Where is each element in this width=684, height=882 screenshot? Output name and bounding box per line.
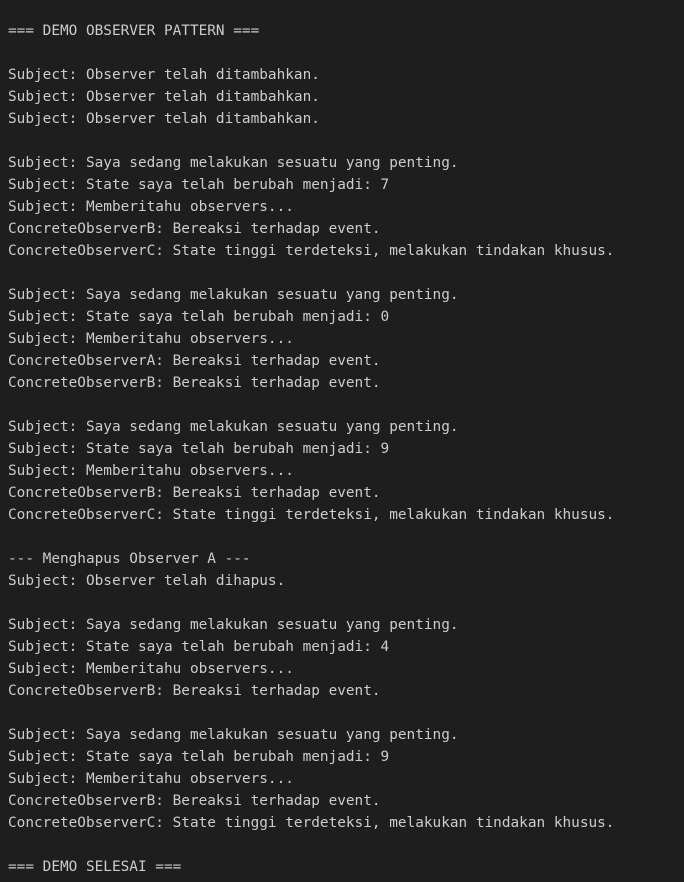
output-line: === DEMO OBSERVER PATTERN === [8, 23, 260, 39]
output-line: Subject: Observer telah dihapus. [8, 573, 286, 589]
output-line: Subject: Saya sedang melakukan sesuatu y… [8, 727, 459, 743]
output-line: --- Menghapus Observer A --- [8, 551, 251, 567]
output-line: Subject: Observer telah ditambahkan. [8, 67, 320, 83]
output-line: Subject: Memberitahu observers... [8, 661, 294, 677]
output-line: Subject: Saya sedang melakukan sesuatu y… [8, 155, 459, 171]
output-line: Subject: Observer telah ditambahkan. [8, 89, 320, 105]
output-line: ConcreteObserverB: Bereaksi terhadap eve… [8, 375, 381, 391]
output-line: ConcreteObserverB: Bereaksi terhadap eve… [8, 485, 381, 501]
output-line: Subject: State saya telah berubah menjad… [8, 639, 390, 655]
output-line: Subject: Memberitahu observers... [8, 331, 294, 347]
output-line: Subject: State saya telah berubah menjad… [8, 441, 390, 457]
output-line: ConcreteObserverC: State tinggi terdetek… [8, 243, 615, 259]
output-line: ConcreteObserverB: Bereaksi terhadap eve… [8, 683, 381, 699]
output-line: === DEMO SELESAI === [8, 859, 182, 875]
output-line: Subject: Memberitahu observers... [8, 199, 294, 215]
output-line: ConcreteObserverC: State tinggi terdetek… [8, 507, 615, 523]
output-line: ConcreteObserverA: Bereaksi terhadap eve… [8, 353, 381, 369]
output-line: ConcreteObserverB: Bereaksi terhadap eve… [8, 221, 381, 237]
output-line: Subject: Saya sedang melakukan sesuatu y… [8, 419, 459, 435]
terminal-output[interactable]: === DEMO OBSERVER PATTERN === Subject: Ob… [0, 0, 684, 882]
output-line: ConcreteObserverC: State tinggi terdetek… [8, 815, 615, 831]
output-line: Subject: Saya sedang melakukan sesuatu y… [8, 617, 459, 633]
output-line: Subject: Observer telah ditambahkan. [8, 111, 320, 127]
output-line: Subject: State saya telah berubah menjad… [8, 177, 390, 193]
output-line: Subject: Memberitahu observers... [8, 463, 294, 479]
output-line: ConcreteObserverB: Bereaksi terhadap eve… [8, 793, 381, 809]
output-line: Subject: State saya telah berubah menjad… [8, 309, 390, 325]
output-line: Subject: State saya telah berubah menjad… [8, 749, 390, 765]
output-line: Subject: Saya sedang melakukan sesuatu y… [8, 287, 459, 303]
output-line: Subject: Memberitahu observers... [8, 771, 294, 787]
